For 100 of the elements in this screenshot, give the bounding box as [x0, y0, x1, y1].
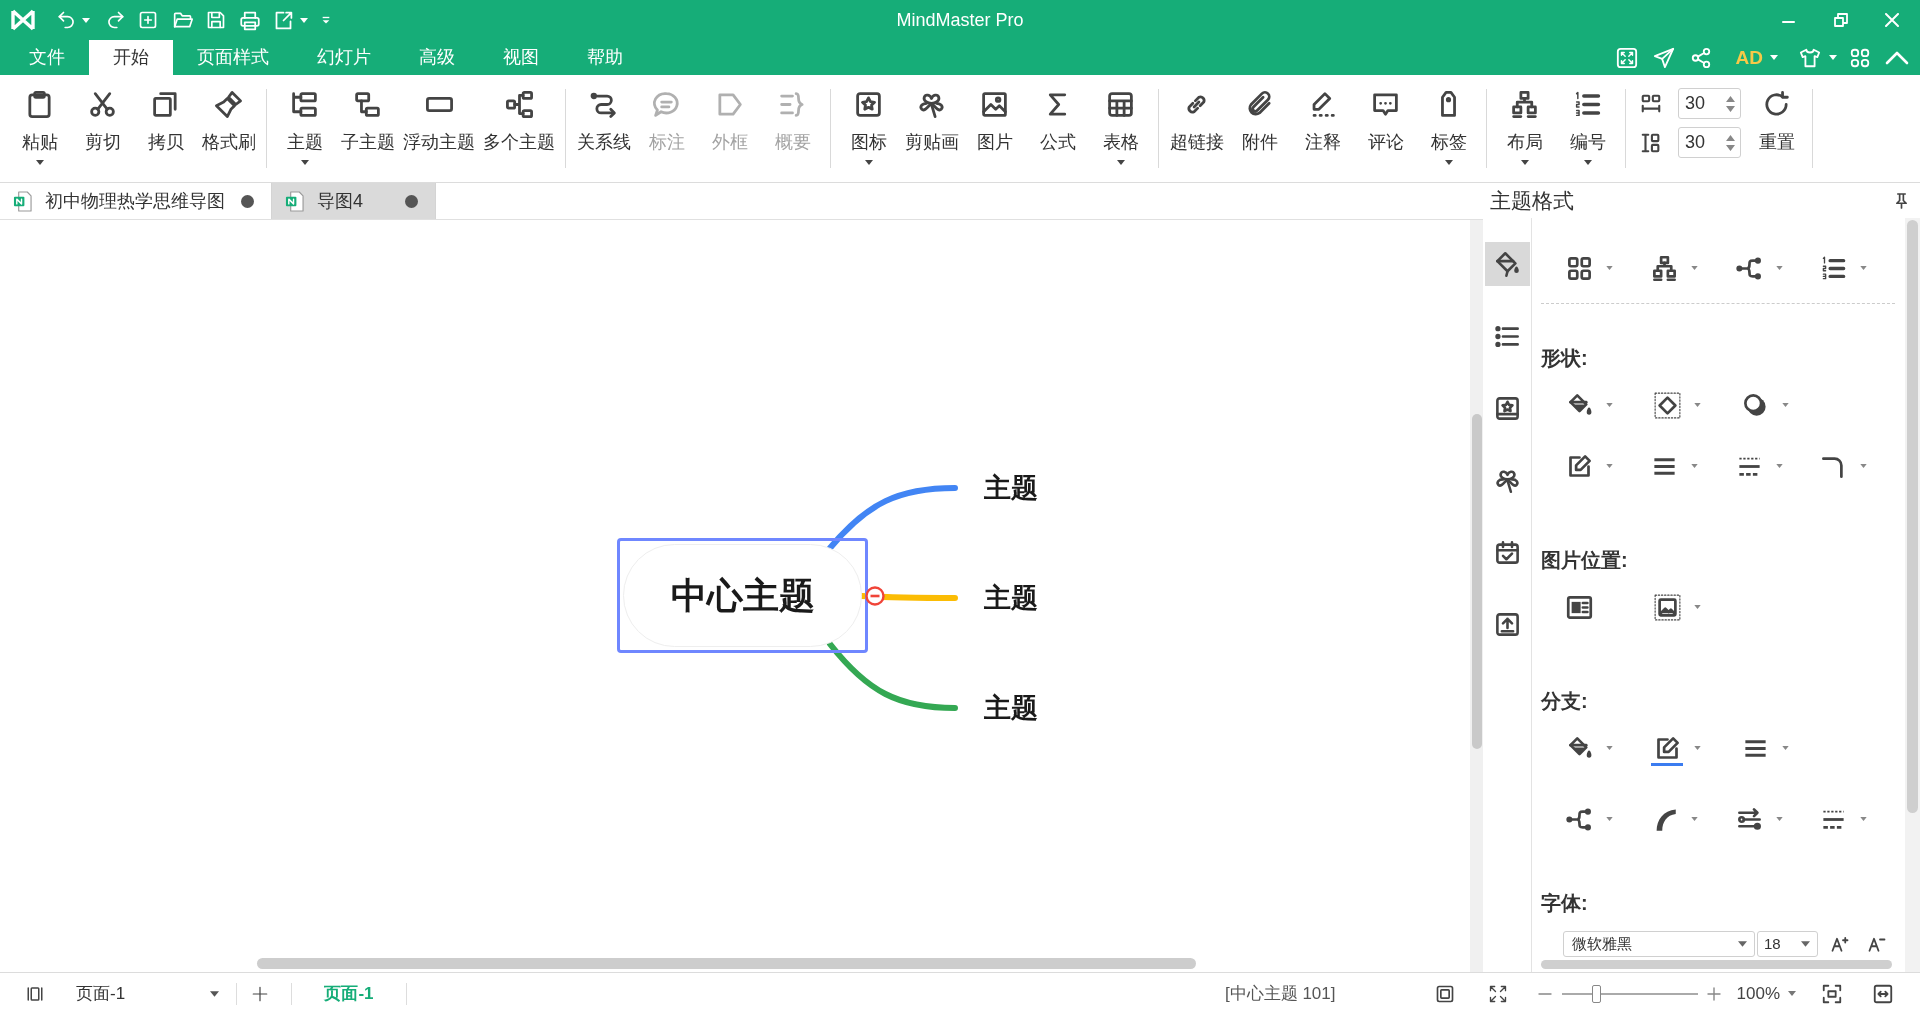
- menu-tab[interactable]: 开始: [89, 40, 173, 75]
- comment-button[interactable]: 评论: [1356, 90, 1415, 165]
- spinner-icon[interactable]: [1725, 93, 1736, 114]
- printer-icon[interactable]: [239, 9, 261, 31]
- export-icon[interactable]: [273, 9, 294, 31]
- scrollbar-thumb[interactable]: [257, 958, 1196, 969]
- caret-icon[interactable]: [1694, 605, 1701, 609]
- layout-button[interactable]: 布局: [1495, 90, 1554, 165]
- numbered-list-icon[interactable]: [1820, 254, 1848, 282]
- image-icon[interactable]: [1654, 593, 1681, 621]
- hyperlink-button[interactable]: 超链接: [1167, 90, 1226, 165]
- floating-topic-button[interactable]: 浮动主题: [401, 90, 477, 165]
- note-button[interactable]: 注释: [1293, 90, 1352, 165]
- zoom-in-icon[interactable]: [1706, 986, 1721, 1001]
- format-painter-button[interactable]: 格式刷: [199, 90, 258, 165]
- caret-icon[interactable]: [1606, 746, 1613, 750]
- caret-icon[interactable]: [1694, 403, 1701, 407]
- page-select[interactable]: 页面-1: [76, 979, 226, 1008]
- apps-grid-icon[interactable]: [1849, 46, 1871, 69]
- caret-icon[interactable]: [1775, 464, 1783, 468]
- caret-icon[interactable]: [1694, 746, 1701, 750]
- topic-button[interactable]: 主题: [275, 90, 334, 165]
- relationship-button[interactable]: 关系线: [574, 90, 633, 165]
- caret-icon[interactable]: [1606, 266, 1613, 270]
- caret-icon[interactable]: [1782, 746, 1789, 750]
- copy-button[interactable]: 拷贝: [136, 90, 195, 165]
- plus-square-icon[interactable]: [138, 10, 158, 30]
- numbering-button[interactable]: 编号: [1558, 90, 1617, 165]
- org-chart-icon[interactable]: [1650, 254, 1678, 282]
- zoom-out-icon[interactable]: [1537, 992, 1552, 995]
- edit-icon[interactable]: [1654, 734, 1681, 762]
- table-button[interactable]: 表格: [1091, 90, 1150, 165]
- font-shrink-icon[interactable]: [1867, 935, 1887, 953]
- caret-icon[interactable]: [1775, 817, 1783, 821]
- caret-icon[interactable]: [1788, 991, 1796, 996]
- restore-icon[interactable]: [1834, 13, 1848, 27]
- image-text-icon[interactable]: [1566, 593, 1593, 621]
- caret-icon[interactable]: [1782, 403, 1789, 407]
- caret-icon[interactable]: [1738, 941, 1747, 947]
- topic[interactable]: 主题: [984, 691, 1038, 725]
- frame-icon[interactable]: [1434, 983, 1455, 1004]
- caret-icon[interactable]: [1690, 464, 1698, 468]
- formula-button[interactable]: 公式: [1028, 90, 1087, 165]
- shadow-circles-icon[interactable]: [1742, 391, 1769, 419]
- customize-icon[interactable]: [322, 15, 330, 25]
- topic[interactable]: 主题: [984, 471, 1038, 505]
- collapse-icon[interactable]: [865, 586, 885, 606]
- font-size-select[interactable]: 18: [1757, 931, 1818, 957]
- grid-icon[interactable]: [1566, 254, 1593, 282]
- chevron-up-icon[interactable]: [1885, 50, 1909, 65]
- tag-button[interactable]: 标签: [1419, 90, 1478, 165]
- central-topic[interactable]: 中心主题: [623, 544, 862, 647]
- subtopic-button[interactable]: 子主题: [338, 90, 397, 165]
- number-field[interactable]: 30: [1678, 88, 1741, 119]
- edit-icon[interactable]: [1566, 452, 1593, 480]
- number-field[interactable]: 30: [1678, 127, 1741, 158]
- caret-icon[interactable]: [1860, 266, 1868, 270]
- scrollbar-thumb[interactable]: [1541, 960, 1892, 969]
- scrollbar-thumb[interactable]: [1472, 414, 1482, 749]
- send-icon[interactable]: [1652, 46, 1675, 69]
- close-icon[interactable]: [1885, 13, 1899, 27]
- multiple-topics-button[interactable]: 多个主题: [481, 90, 557, 165]
- caret-icon[interactable]: [1860, 464, 1868, 468]
- cut-button[interactable]: 剪切: [73, 90, 132, 165]
- document-tab[interactable]: 导图4: [272, 183, 436, 219]
- undo-icon[interactable]: [56, 10, 76, 30]
- caret-icon[interactable]: [1606, 464, 1613, 468]
- zoom-slider-track[interactable]: [1561, 984, 1698, 1003]
- plus-icon[interactable]: [251, 984, 269, 1003]
- caret-icon[interactable]: [1860, 817, 1868, 821]
- share-icon[interactable]: [1689, 46, 1712, 69]
- caret-icon[interactable]: [1801, 941, 1810, 947]
- caret-icon[interactable]: [1690, 817, 1698, 821]
- topic[interactable]: 主题: [984, 581, 1038, 615]
- app-logo-icon[interactable]: [10, 8, 36, 32]
- zoom-level[interactable]: 100%: [1736, 980, 1780, 1007]
- redo-icon[interactable]: [106, 10, 126, 30]
- fit-width-icon[interactable]: [1872, 982, 1894, 1005]
- fit-icon[interactable]: [1821, 982, 1843, 1005]
- attachment-button[interactable]: 附件: [1230, 90, 1289, 165]
- sidebar-toggle-icon[interactable]: [25, 984, 45, 1003]
- scrollbar-thumb[interactable]: [1907, 220, 1918, 813]
- spinner-icon[interactable]: [1725, 132, 1736, 153]
- image-button[interactable]: 图片: [965, 90, 1024, 165]
- caret-icon[interactable]: [1606, 403, 1613, 407]
- reset-button[interactable]: 重置: [1747, 90, 1806, 158]
- expand-icon[interactable]: [1487, 983, 1508, 1004]
- shirt-icon[interactable]: [1799, 46, 1821, 69]
- icons-button[interactable]: 图标: [839, 90, 898, 165]
- font-grow-icon[interactable]: [1830, 935, 1850, 953]
- font-family-select[interactable]: 微软雅黑: [1563, 931, 1755, 957]
- clipart-button[interactable]: 剪贴画: [902, 90, 961, 165]
- fullscreen-icon[interactable]: [1615, 46, 1638, 69]
- caret-icon[interactable]: [1775, 266, 1783, 270]
- dot-icon[interactable]: [405, 194, 418, 208]
- arrow-lines-icon[interactable]: [1735, 805, 1763, 833]
- folder-icon[interactable]: [172, 10, 194, 30]
- pin-icon[interactable]: [1895, 192, 1908, 209]
- caret-icon[interactable]: [1690, 266, 1698, 270]
- caret-icon[interactable]: [210, 990, 219, 997]
